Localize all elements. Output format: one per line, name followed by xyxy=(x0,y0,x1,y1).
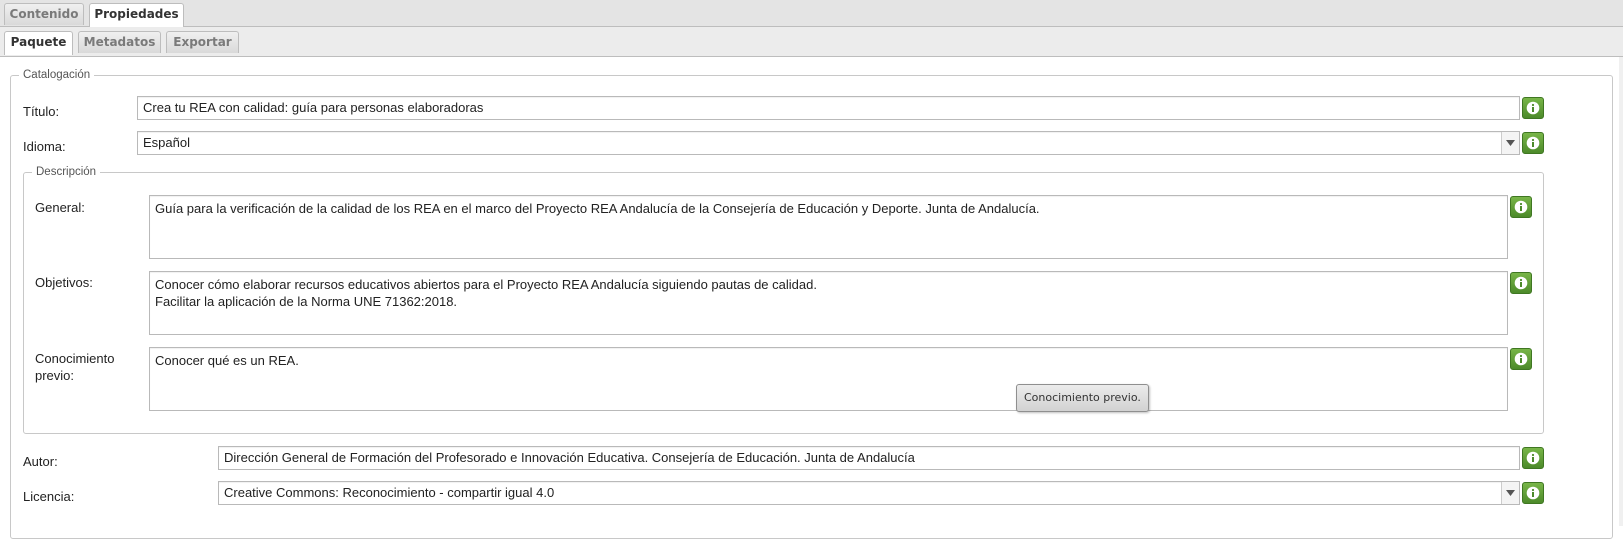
chevron-down-icon[interactable] xyxy=(1501,132,1519,154)
license-label: Licencia: xyxy=(23,489,75,504)
tab-contenido[interactable]: Contenido xyxy=(4,3,84,25)
objectives-label: Objetivos: xyxy=(35,275,93,290)
title-input[interactable]: Crea tu REA con calidad: guía para perso… xyxy=(137,96,1520,120)
language-info-button[interactable] xyxy=(1522,132,1544,154)
chevron-down-icon[interactable] xyxy=(1501,482,1519,504)
prior-knowledge-label-line: Conocimiento xyxy=(35,351,115,366)
general-info-button[interactable] xyxy=(1510,196,1532,218)
description-legend: Descripción xyxy=(36,166,97,178)
objectives-text-line: Facilitar la aplicación de la Norma UNE … xyxy=(155,294,458,309)
title-label: Título: xyxy=(23,104,60,119)
general-label: General: xyxy=(35,200,85,215)
objectives-text-line: Conocer cómo elaborar recursos educativo… xyxy=(155,277,817,292)
info-icon xyxy=(1514,352,1528,366)
general-textarea[interactable]: Guía para la verificación de la calidad … xyxy=(149,195,1508,259)
info-icon xyxy=(1514,276,1528,290)
prior-knowledge-text-line: Conocer qué es un REA. xyxy=(155,353,299,368)
license-select[interactable]: Creative Commons: Reconocimiento - compa… xyxy=(218,481,1520,505)
author-input[interactable]: Dirección General de Formación del Profe… xyxy=(218,446,1520,470)
catalog-legend: Catalogación xyxy=(23,69,91,81)
license-value: Creative Commons: Reconocimiento - compa… xyxy=(224,485,555,500)
prior-knowledge-textarea[interactable]: Conocer qué es un REA. xyxy=(149,347,1508,411)
title-info-button[interactable] xyxy=(1522,97,1544,119)
tab-metadatos[interactable]: Metadatos xyxy=(78,31,161,53)
language-label: Idioma: xyxy=(23,139,66,154)
prior-knowledge-label-line: previo: xyxy=(35,368,75,383)
vertical-scrollbar[interactable] xyxy=(1619,57,1623,526)
author-label: Autor: xyxy=(23,454,58,469)
info-icon xyxy=(1526,486,1540,500)
prior-knowledge-tooltip: Conocimiento previo. xyxy=(1016,384,1149,412)
properties-subtab-bar: Paquete Metadatos Exportar xyxy=(0,27,1623,57)
author-info-button[interactable] xyxy=(1522,447,1544,469)
main-tab-bar: Contenido Propiedades xyxy=(0,0,1623,27)
tab-propiedades[interactable]: Propiedades xyxy=(89,3,184,27)
tab-paquete[interactable]: Paquete xyxy=(4,31,73,55)
objectives-textarea[interactable]: Conocer cómo elaborar recursos educativo… xyxy=(149,271,1508,335)
general-text-line: Guía para la verificación de la calidad … xyxy=(155,201,1040,216)
objectives-info-button[interactable] xyxy=(1510,272,1532,294)
prior-knowledge-label: Conocimiento previo: xyxy=(35,350,115,384)
info-icon xyxy=(1526,451,1540,465)
language-select[interactable]: Español xyxy=(137,131,1520,155)
info-icon xyxy=(1526,136,1540,150)
language-value: Español xyxy=(143,135,190,150)
info-icon xyxy=(1526,101,1540,115)
tab-exportar[interactable]: Exportar xyxy=(166,31,239,53)
license-info-button[interactable] xyxy=(1522,482,1544,504)
info-icon xyxy=(1514,200,1528,214)
prior-knowledge-info-button[interactable] xyxy=(1510,348,1532,370)
